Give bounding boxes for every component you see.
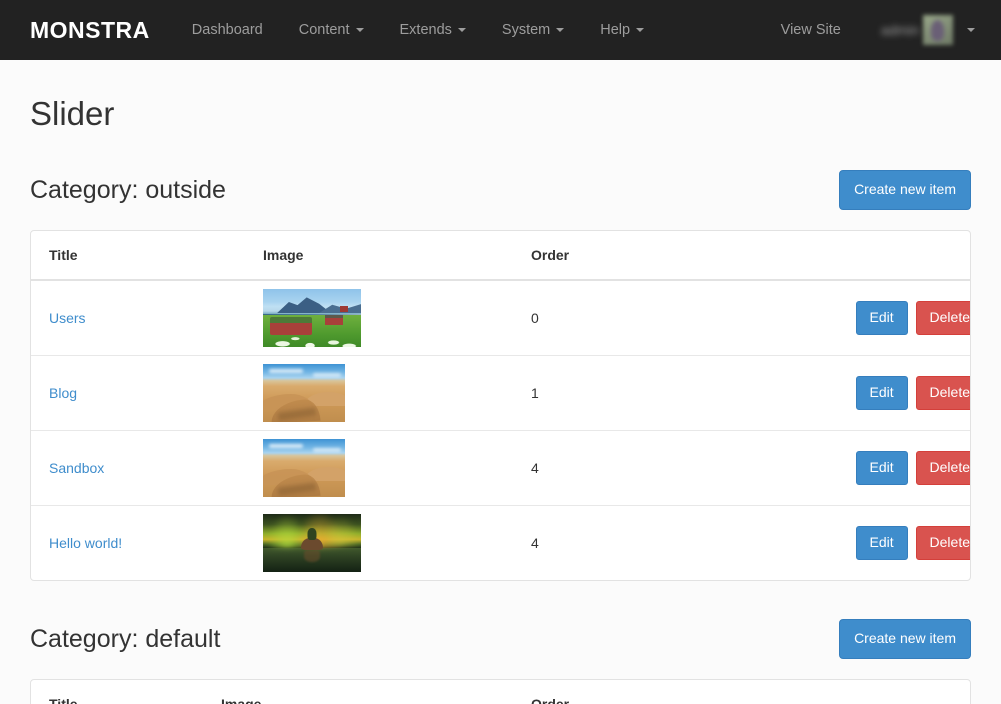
cell-image — [263, 506, 531, 581]
cell-actions: Edit Delete — [836, 506, 971, 581]
navbar-right: View Site admin — [759, 0, 1001, 60]
nav-item-label: System — [502, 0, 550, 60]
cell-actions: Edit Delete — [836, 280, 971, 356]
user-name-label: admin — [881, 22, 919, 38]
section-title: Category: outside — [30, 176, 226, 205]
column-header-order: Order — [531, 680, 836, 704]
nav-item-extends[interactable]: Extends — [382, 0, 484, 60]
chevron-down-icon — [458, 28, 466, 32]
create-new-item-button[interactable]: Create new item — [839, 619, 971, 659]
page-title: Slider — [30, 96, 971, 132]
edit-button[interactable]: Edit — [856, 526, 908, 560]
main-nav: Dashboard Content Extends System Help — [170, 0, 662, 60]
chevron-down-icon — [636, 28, 644, 32]
cell-image — [263, 280, 531, 356]
meadow-with-red-barns-thumbnail — [263, 289, 361, 347]
avatar — [923, 15, 953, 45]
user-menu[interactable]: admin — [863, 0, 983, 60]
delete-button[interactable]: Delete — [916, 376, 971, 410]
column-header-image: Image — [221, 680, 531, 704]
slider-items-table-outside: Title Image Order Users — [30, 230, 971, 581]
table-header-row: Title Image Order — [31, 680, 971, 704]
edit-button[interactable]: Edit — [856, 451, 908, 485]
cell-title: Hello world! — [31, 506, 263, 581]
delete-button[interactable]: Delete — [916, 526, 971, 560]
cell-actions: Edit Delete — [836, 431, 971, 506]
chevron-down-icon — [356, 28, 364, 32]
column-header-actions — [836, 231, 971, 280]
desert-dunes-thumbnail — [263, 439, 345, 497]
nav-item-label: Content — [299, 0, 350, 60]
section-header: Category: default Create new item — [30, 619, 971, 659]
table-row: Blog 1 Edit Delete — [31, 356, 971, 431]
column-header-image: Image — [263, 231, 531, 280]
column-header-actions — [836, 680, 971, 704]
nav-item-label: Help — [600, 0, 630, 60]
table-row: Users 0 Edit Delete — [31, 280, 971, 356]
column-header-title: Title — [31, 231, 263, 280]
column-header-title: Title — [31, 680, 221, 704]
desert-dunes-thumbnail — [263, 364, 345, 422]
cell-order: 4 — [531, 431, 836, 506]
section-category-outside: Category: outside Create new item Title … — [30, 170, 971, 581]
create-new-item-button[interactable]: Create new item — [839, 170, 971, 210]
edit-button[interactable]: Edit — [856, 376, 908, 410]
cell-title: Users — [31, 280, 263, 356]
chevron-down-icon — [556, 28, 564, 32]
nav-item-label: Extends — [400, 0, 452, 60]
brand-logo[interactable]: MONSTRA — [0, 0, 170, 60]
cell-image — [263, 356, 531, 431]
section-category-default: Category: default Create new item Title … — [30, 619, 971, 704]
table-row: Sandbox 4 Edit Delete — [31, 431, 971, 506]
cell-image — [263, 431, 531, 506]
cell-order: 4 — [531, 506, 836, 581]
column-header-order: Order — [531, 231, 836, 280]
cell-title: Sandbox — [31, 431, 263, 506]
page-content: Slider Category: outside Create new item… — [0, 96, 1001, 704]
nav-item-content[interactable]: Content — [281, 0, 382, 60]
cell-order: 0 — [531, 280, 836, 356]
edit-button[interactable]: Edit — [856, 301, 908, 335]
view-site-link[interactable]: View Site — [759, 0, 863, 60]
section-title: Category: default — [30, 625, 220, 654]
cell-actions: Edit Delete — [836, 356, 971, 431]
item-link-blog[interactable]: Blog — [49, 385, 77, 401]
nav-item-system[interactable]: System — [484, 0, 582, 60]
delete-button[interactable]: Delete — [916, 301, 971, 335]
slider-items-table-default: Title Image Order — [30, 679, 971, 704]
item-link-users[interactable]: Users — [49, 310, 86, 326]
table-row: Hello world! 4 Edit Delete — [31, 506, 971, 581]
aurora-over-lake-thumbnail — [263, 514, 361, 572]
cell-order: 1 — [531, 356, 836, 431]
section-header: Category: outside Create new item — [30, 170, 971, 210]
nav-item-help[interactable]: Help — [582, 0, 662, 60]
nav-item-dashboard[interactable]: Dashboard — [170, 0, 281, 60]
cell-title: Blog — [31, 356, 263, 431]
nav-item-label: Dashboard — [192, 0, 263, 60]
item-link-hello-world[interactable]: Hello world! — [49, 535, 122, 551]
top-navbar: MONSTRA Dashboard Content Extends System… — [0, 0, 1001, 60]
chevron-down-icon — [967, 28, 975, 32]
table-header-row: Title Image Order — [31, 231, 971, 280]
item-link-sandbox[interactable]: Sandbox — [49, 460, 104, 476]
delete-button[interactable]: Delete — [916, 451, 971, 485]
